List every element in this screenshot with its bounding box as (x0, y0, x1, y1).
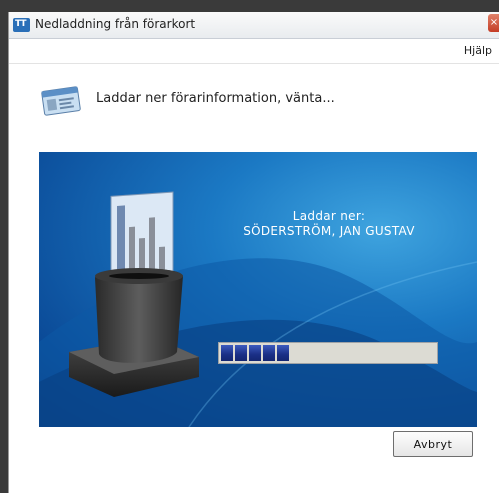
download-panel: Laddar ner: SÖDERSTRÖM, JAN GUSTAV (39, 152, 477, 427)
menu-bar: Hjälp (9, 39, 499, 64)
progress-fill (221, 345, 291, 361)
card-reader-icon (69, 191, 199, 397)
progress-block (235, 345, 247, 361)
driver-card-icon (39, 84, 83, 118)
help-menu[interactable]: Hjälp (464, 44, 492, 57)
progress-block (263, 345, 275, 361)
title-bar[interactable]: TT Nedladdning från förarkort × (9, 12, 499, 39)
window-title: Nedladdning från förarkort (35, 17, 196, 31)
progress-block (221, 345, 233, 361)
progress-bar (218, 342, 438, 364)
progress-block (249, 345, 261, 361)
download-window: TT Nedladdning från förarkort × Hjälp La… (8, 12, 499, 493)
progress-block (277, 345, 289, 361)
status-message: Laddar ner förarinformation, vänta... (96, 91, 335, 106)
loading-label: Laddar ner: (292, 209, 366, 223)
cancel-button[interactable]: Avbryt (393, 431, 473, 457)
close-icon[interactable]: × (488, 14, 499, 32)
app-icon: TT (13, 18, 30, 32)
driver-name: SÖDERSTRÖM, JAN GUSTAV (243, 224, 415, 238)
